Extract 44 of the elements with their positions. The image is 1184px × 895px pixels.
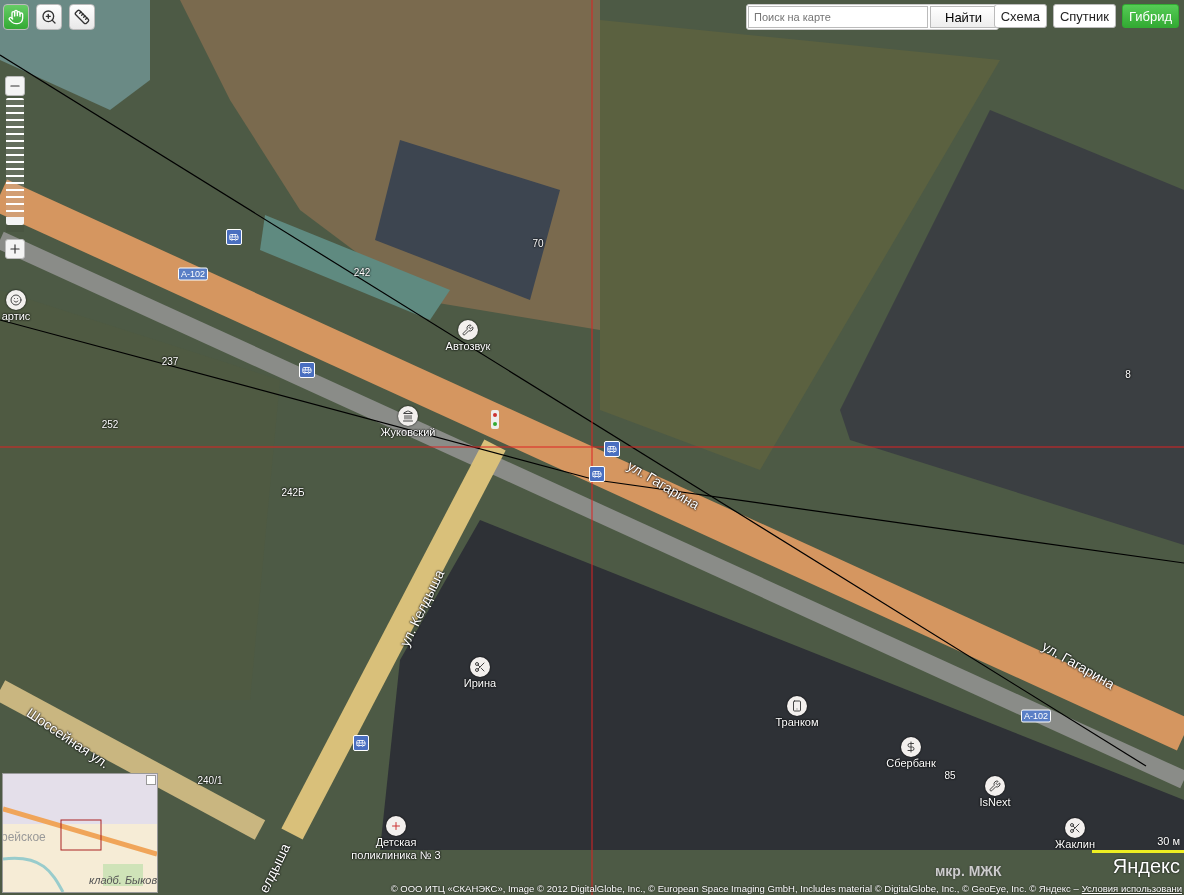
logo: Яндекс <box>1112 855 1180 878</box>
house-number: 85 <box>944 769 956 782</box>
bus-stop-icon[interactable] <box>299 362 315 378</box>
house-number: 242Б <box>281 486 305 499</box>
place-label[interactable]: Сбербанк <box>886 757 936 770</box>
house-number: 252 <box>101 418 119 431</box>
minimap-label: кладб. Быков <box>89 874 157 886</box>
copyright-text: © ООО ИТЦ «СКАНЭКС», Image © 2012 DigitalGlobe, Inc., © European Space Imaging GmbH, Includes material © DigitalGlobe, Inc., © GeoEye, Inc. © Яндекс – <box>390 883 1079 894</box>
house-number: 8 <box>1125 368 1131 381</box>
ruler-button[interactable] <box>69 4 95 30</box>
scale-label: 30 м <box>1157 835 1180 847</box>
ruler-icon <box>74 9 90 25</box>
house-number: 242 <box>353 266 371 279</box>
minimap-collapse-button[interactable] <box>146 775 156 785</box>
road-number-sign: А-102 <box>178 267 208 281</box>
place-label[interactable]: Транком <box>775 716 819 729</box>
find-button[interactable]: Найти <box>930 6 998 28</box>
place-label[interactable]: Автозвук <box>445 340 491 353</box>
bus-stop-icon[interactable] <box>226 229 242 245</box>
house-number: 70 <box>532 237 544 250</box>
terms-link[interactable]: Условия использовани <box>1081 883 1182 894</box>
search-field[interactable]: Поиск на карте <box>748 6 928 28</box>
zoom-area-button[interactable] <box>36 4 62 30</box>
zoom-out-button[interactable] <box>5 76 25 96</box>
house-number: 240/1 <box>197 774 223 787</box>
map-type-button[interactable]: Спутник <box>1052 4 1116 28</box>
road-number-sign: А-102 <box>1021 709 1051 723</box>
house-number: 237 <box>161 355 179 368</box>
bus-stop-icon[interactable] <box>353 735 369 751</box>
bus-stop-icon[interactable] <box>589 466 605 482</box>
hand-icon <box>8 9 24 25</box>
place-label[interactable]: Ирина <box>463 677 497 690</box>
map-type-button[interactable]: Схема <box>993 4 1047 28</box>
plus-icon <box>8 242 22 256</box>
magnifier-icon <box>41 9 57 25</box>
place-label[interactable]: Жаклин <box>1055 838 1095 851</box>
district-name: мкр. МЖК <box>935 863 1002 879</box>
traffic-light-icon <box>491 410 499 429</box>
place-label[interactable]: IsNext <box>979 796 1011 809</box>
bus-stop-icon[interactable] <box>604 441 620 457</box>
place-label[interactable]: артис <box>1 310 31 323</box>
hand-tool-button[interactable] <box>3 4 29 30</box>
place-label[interactable]: Детская поликлиника № 3 <box>346 836 446 862</box>
zoom-in-button[interactable] <box>5 239 25 259</box>
